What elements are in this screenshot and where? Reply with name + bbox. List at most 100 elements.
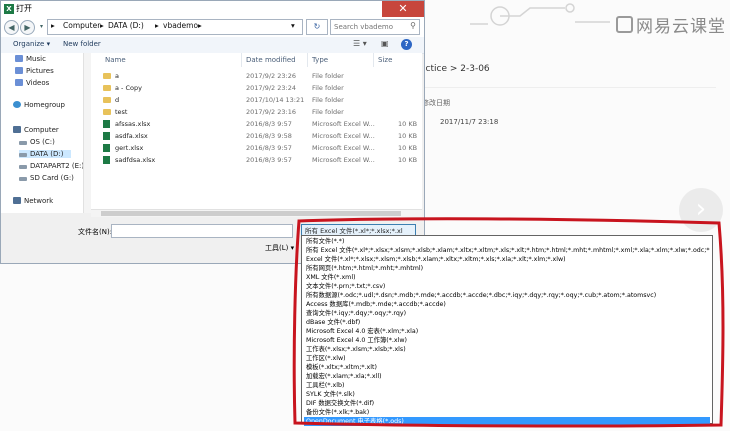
- filetype-option[interactable]: 查询文件(*.iqy;*.dqy;*.oqy;*.rqy): [304, 309, 710, 318]
- folder-icon: [103, 109, 111, 115]
- refresh-icon[interactable]: ↻: [306, 19, 328, 35]
- column-header-date[interactable]: Date modified: [246, 56, 296, 64]
- file-name: test: [115, 108, 128, 116]
- nav-scrollbar[interactable]: [83, 53, 91, 213]
- file-row[interactable]: test 2017/9/2 23:16 File folder: [91, 107, 422, 118]
- forward-arrow-icon[interactable]: ▶: [20, 20, 35, 35]
- file-row[interactable]: d 2017/10/14 13:21 File folder: [91, 95, 422, 106]
- filetype-option[interactable]: 工具栏(*.xlb): [304, 381, 710, 390]
- view-options-icon[interactable]: ☰ ▾: [353, 39, 367, 48]
- filetype-option[interactable]: Excel 文件(*.xl*;*.xlsx;*.xlsm;*.xlsb;*.xl…: [304, 255, 710, 264]
- help-icon[interactable]: ?: [401, 39, 412, 50]
- search-box[interactable]: ⚲: [330, 19, 420, 35]
- filetype-option[interactable]: Microsoft Excel 4.0 工作簿(*.xlw): [304, 336, 710, 345]
- address-dropdown-icon[interactable]: ▾: [291, 21, 295, 30]
- back-arrow-icon[interactable]: ◀: [4, 20, 19, 35]
- filetype-option[interactable]: 模板(*.xltx;*.xltm;*.xlt): [304, 363, 710, 372]
- navigation-pane: Music Pictures Videos Homegroup Computer…: [1, 53, 84, 213]
- search-icon[interactable]: ⚲: [410, 21, 416, 30]
- tools-button[interactable]: 工具(L) ▾: [265, 243, 294, 253]
- file-row[interactable]: gert.xlsx 2016/8/3 9:57 Microsoft Excel W.…: [91, 143, 422, 154]
- horizontal-scrollbar[interactable]: [91, 209, 422, 217]
- column-header-size[interactable]: Size: [378, 56, 392, 64]
- filetype-option[interactable]: OpenDocument 电子表格(*.ods): [304, 417, 710, 426]
- close-button[interactable]: ✕: [382, 1, 424, 17]
- file-row[interactable]: afssas.xlsx 2016/8/3 9:57 Microsoft Excel …: [91, 119, 422, 130]
- nav-item-computer[interactable]: Computer: [13, 126, 59, 134]
- file-date: 2016/8/3 9:58: [246, 132, 292, 140]
- file-name: afssas.xlsx: [115, 120, 151, 128]
- file-row[interactable]: a - Copy 2017/9/2 23:24 File folder: [91, 83, 422, 94]
- date-modified-header: 修改日期: [422, 99, 450, 107]
- file-name: gert.xlsx: [115, 144, 144, 152]
- scrollbar-thumb[interactable]: [101, 211, 401, 216]
- videos-icon: [15, 79, 23, 86]
- preview-pane-icon[interactable]: ▣: [381, 39, 389, 48]
- folder-icon: [103, 97, 111, 103]
- filetype-option[interactable]: 加载宏(*.xlam;*.xla;*.xll): [304, 372, 710, 381]
- filetype-option[interactable]: 文本文件(*.prn;*.txt;*.csv): [304, 282, 710, 291]
- organize-button[interactable]: Organize ▾: [13, 40, 50, 48]
- filetype-option[interactable]: Access 数据库(*.mdb;*.mde;*.accdb;*.accde): [304, 300, 710, 309]
- file-name: d: [115, 96, 120, 104]
- column-header-name[interactable]: Name: [105, 56, 126, 64]
- file-type: Microsoft Excel W...: [312, 156, 375, 164]
- column-divider[interactable]: [241, 53, 242, 67]
- excel-file-icon: [103, 132, 110, 140]
- filename-field[interactable]: [111, 224, 293, 238]
- nav-item-sd-card-g[interactable]: SD Card (G:): [19, 174, 74, 182]
- file-row[interactable]: asdfa.xlsx 2016/8/3 9:58 Microsoft Excel W…: [91, 131, 422, 142]
- nav-item-label: Computer: [24, 126, 59, 134]
- nav-item-label: Homegroup: [24, 101, 66, 109]
- nav-item-label: Videos: [26, 79, 50, 87]
- nav-item-label: Pictures: [26, 67, 54, 75]
- breadcrumb-separator-icon[interactable]: ▸: [100, 21, 104, 30]
- breadcrumb-data-drive[interactable]: DATA (D:): [108, 21, 144, 30]
- column-header-type[interactable]: Type: [312, 56, 328, 64]
- file-row[interactable]: sadfdsa.xlsx 2016/8/3 9:57 Microsoft Excel…: [91, 155, 422, 166]
- column-divider[interactable]: [373, 53, 374, 67]
- search-input[interactable]: [331, 20, 409, 34]
- nav-item-homegroup[interactable]: Homegroup: [13, 101, 65, 109]
- drive-icon: [19, 141, 27, 145]
- nav-item-music[interactable]: Music: [15, 55, 46, 63]
- homegroup-icon: [13, 101, 21, 108]
- nav-item-videos[interactable]: Videos: [15, 79, 49, 87]
- breadcrumb-separator-icon[interactable]: ▸: [198, 21, 202, 30]
- nav-item-data-d[interactable]: DATA (D:): [19, 150, 72, 158]
- nav-item-datapart2-e[interactable]: DATAPART2 (E:): [19, 162, 84, 170]
- nav-item-pictures[interactable]: Pictures: [15, 67, 54, 75]
- filetype-option[interactable]: SYLK 文件(*.slk): [304, 390, 710, 399]
- breadcrumb-separator-icon[interactable]: ▸: [155, 21, 159, 30]
- filetype-option[interactable]: Microsoft Excel 4.0 宏表(*.xlm;*.xla): [304, 327, 710, 336]
- file-type: Microsoft Excel W...: [312, 144, 375, 152]
- filetype-option[interactable]: 工作区(*.xlw): [304, 354, 710, 363]
- filetype-dropdown-list: 所有文件(*.*) 所有 Excel 文件(*.xl*;*.xlsx;*.xlsm…: [301, 235, 713, 426]
- column-divider[interactable]: [307, 53, 308, 67]
- chevron-right-icon[interactable]: ›: [679, 188, 723, 232]
- filetype-option[interactable]: 工作表(*.xlsx;*.xlsm;*.xlsb;*.xls): [304, 345, 710, 354]
- filetype-option[interactable]: dBase 文件(*.dbf): [304, 318, 710, 327]
- music-icon: [15, 55, 23, 62]
- nav-item-network[interactable]: Network: [13, 197, 53, 205]
- new-folder-button[interactable]: New folder: [63, 40, 101, 48]
- filetype-option[interactable]: 备份文件(*.xlk;*.bak): [304, 408, 710, 417]
- network-icon: [13, 197, 21, 204]
- open-file-dialog: X 打开 ✕ ◀ ▶ ▾ ▸ Computer ▸ DATA (D:) ▸ vb…: [0, 0, 425, 264]
- filetype-option[interactable]: 所有文件(*.*): [304, 237, 710, 246]
- filetype-option[interactable]: 所有数据源(*.odc;*.udl;*.dsn;*.mdb;*.mde;*.ac…: [304, 291, 710, 300]
- date-modified-value: 2017/11/7 23:18: [440, 118, 499, 126]
- breadcrumb-vbademo[interactable]: vbademo: [163, 21, 198, 30]
- address-bar[interactable]: ▸ Computer ▸ DATA (D:) ▸ vbademo ▸ ▾: [47, 19, 303, 35]
- filetype-option[interactable]: XML 文件(*.xml): [304, 273, 710, 282]
- file-name: sadfdsa.xlsx: [115, 156, 156, 164]
- nav-item-label: OS (C:): [30, 138, 55, 146]
- filetype-option[interactable]: 所有网页(*.htm;*.html;*.mht;*.mhtml): [304, 264, 710, 273]
- divider: [416, 87, 716, 88]
- filetype-option[interactable]: DIF 数据交换文件(*.dif): [304, 399, 710, 408]
- computer-icon: [13, 126, 21, 133]
- nav-item-os-c[interactable]: OS (C:): [19, 138, 55, 146]
- breadcrumb-computer[interactable]: Computer: [63, 21, 100, 30]
- file-row[interactable]: a 2017/9/2 23:26 File folder: [91, 71, 422, 82]
- filetype-option[interactable]: 所有 Excel 文件(*.xl*;*.xlsx;*.xlsm;*.xlsb;*…: [304, 246, 710, 255]
